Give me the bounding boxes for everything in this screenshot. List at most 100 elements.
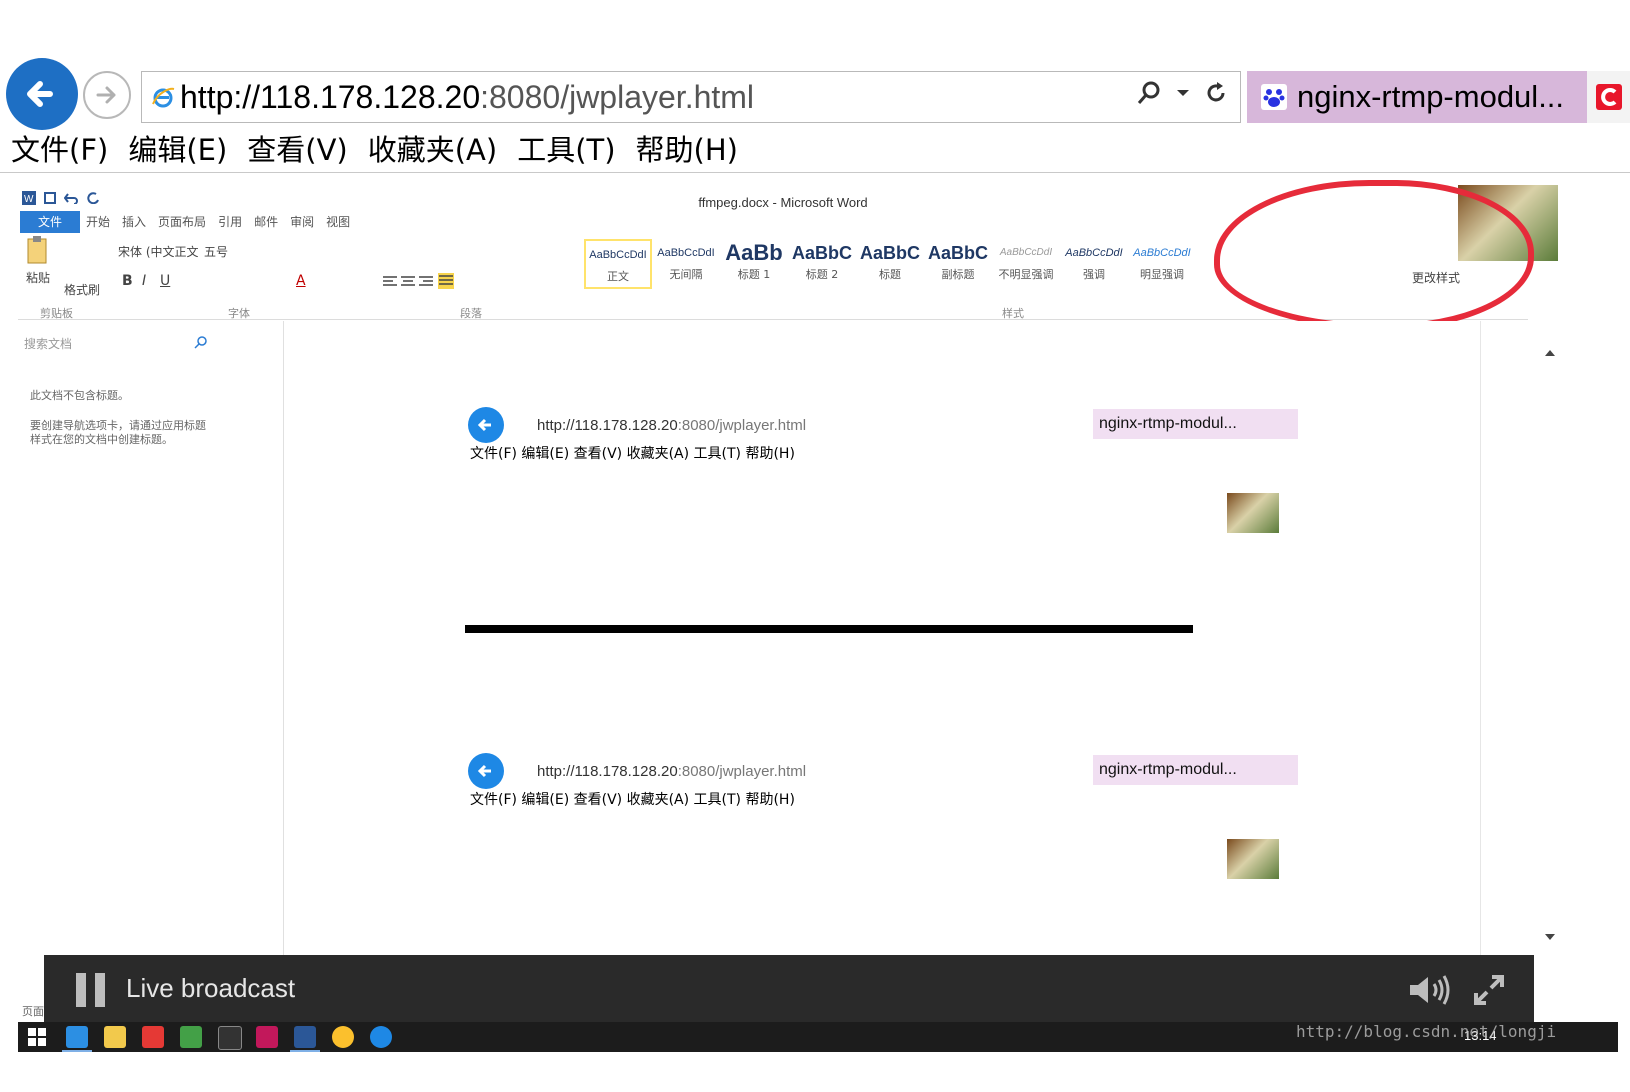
- style-title[interactable]: AaBbC 标题: [856, 239, 924, 289]
- embedded-back-button: [468, 407, 504, 443]
- paste-label[interactable]: 粘贴: [26, 269, 50, 286]
- embedded-url-rest: :8080/jwplayer.html: [677, 763, 807, 780]
- word-window: W ffmpeg.docx - Microsoft Word 文件 开始 插入 …: [18, 180, 1618, 1045]
- bold-button[interactable]: B: [122, 273, 133, 289]
- app-taskbar-icon[interactable]: [370, 1026, 392, 1048]
- embedded-black-bar: [465, 625, 1193, 633]
- tab-review[interactable]: 审阅: [284, 211, 320, 233]
- style-name: 明显强调: [1140, 268, 1184, 281]
- tab-title: nginx-rtmp-modul...: [1297, 79, 1565, 114]
- embedded-tab-title: nginx-rtmp-modul...: [1099, 761, 1237, 778]
- search-icon[interactable]: [1136, 80, 1162, 106]
- align-left-icon[interactable]: [382, 275, 398, 289]
- no-headings-text: 此文档不包含标题。: [30, 389, 129, 402]
- embedded-screenshot-1: http://118.178.128.20:8080/jwplayer.html…: [465, 407, 1325, 647]
- status-bar-page: 页面: [22, 1005, 44, 1018]
- menu-tools[interactable]: 工具(T): [506, 128, 624, 172]
- explorer-taskbar-icon[interactable]: [104, 1026, 126, 1048]
- app-taskbar-icon[interactable]: [256, 1026, 278, 1048]
- next-tab[interactable]: [1587, 71, 1630, 123]
- style-subtle-emphasis[interactable]: AaBbCcDdI 不明显强调: [992, 239, 1060, 289]
- style-sample: AaBb: [725, 240, 783, 265]
- scroll-up-icon[interactable]: [1544, 349, 1556, 357]
- scroll-down-icon[interactable]: [1544, 933, 1556, 941]
- italic-button[interactable]: I: [142, 273, 146, 289]
- embedded-url-host: http://118.178.128.20: [537, 417, 678, 434]
- taskbar-active-indicator: [62, 1050, 92, 1052]
- underline-button[interactable]: U: [160, 273, 170, 289]
- refresh-icon[interactable]: [1204, 81, 1228, 105]
- style-normal[interactable]: AaBbCcDdI 正文: [584, 239, 652, 289]
- tab-page-layout[interactable]: 页面布局: [152, 211, 212, 233]
- embedded-tab: nginx-rtmp-modul...: [1093, 755, 1298, 785]
- embedded-menu: 文件(F) 编辑(E) 查看(V) 收藏夹(A) 工具(T) 帮助(H): [470, 446, 795, 462]
- style-name: 标题: [879, 268, 901, 281]
- address-input[interactable]: http://118.178.128.20:8080/jwplayer.html: [180, 79, 1080, 116]
- embedded-url-host: http://118.178.128.20: [537, 763, 678, 780]
- group-label-font: 字体: [228, 307, 250, 320]
- paste-icon[interactable]: [26, 235, 52, 267]
- vertical-scrollbar[interactable]: [1538, 321, 1564, 1001]
- menu-favorites[interactable]: 收藏夹(A): [357, 128, 506, 172]
- forward-button[interactable]: [83, 71, 131, 119]
- menu-file[interactable]: 文件(F): [0, 128, 117, 172]
- style-sample: AaBbCcDdI: [657, 247, 715, 259]
- tab-references[interactable]: 引用: [212, 211, 248, 233]
- embedded-back-button: [468, 753, 504, 789]
- font-name-select[interactable]: 宋体 (中文正文: [118, 243, 199, 260]
- nav-hint-text: 要创建导航选项卡，请通过应用标题样式在您的文档中创建标题。: [30, 419, 206, 446]
- address-bar[interactable]: http://118.178.128.20:8080/jwplayer.html: [141, 71, 1241, 123]
- nav-search-input[interactable]: 搜索文档: [24, 335, 72, 352]
- windows-start-icon[interactable]: [28, 1028, 46, 1046]
- style-sample: AaBbCcDdI: [1065, 247, 1123, 259]
- style-emphasis[interactable]: AaBbCcDdI 强调: [1060, 239, 1128, 289]
- tab-view[interactable]: 视图: [320, 211, 356, 233]
- style-name: 强调: [1083, 268, 1105, 281]
- menu-view[interactable]: 查看(V): [236, 128, 356, 172]
- tab-mailings[interactable]: 邮件: [248, 211, 284, 233]
- embedded-url: http://118.178.128.20:8080/jwplayer.html: [537, 417, 806, 434]
- back-button[interactable]: [6, 58, 78, 130]
- style-heading-2[interactable]: AaBbC 标题 2: [788, 239, 856, 289]
- tab-home[interactable]: 开始: [80, 211, 116, 233]
- style-intense-emphasis[interactable]: AaBbCcDdI 明显强调: [1128, 239, 1196, 289]
- menu-help[interactable]: 帮助(H): [625, 128, 747, 172]
- terminal-taskbar-icon[interactable]: [218, 1026, 242, 1050]
- style-sample: AaBbC: [791, 243, 852, 263]
- style-name: 标题 2: [805, 268, 839, 281]
- style-sample: AaBbC: [927, 243, 988, 263]
- embedded-thumbnail: [1227, 493, 1279, 533]
- embedded-thumbnail: [1227, 839, 1279, 879]
- search-icon[interactable]: [194, 335, 208, 349]
- tab-insert[interactable]: 插入: [116, 211, 152, 233]
- pause-icon[interactable]: [76, 973, 108, 1007]
- volume-icon[interactable]: [1408, 973, 1452, 1007]
- app-taskbar-icon[interactable]: [142, 1026, 164, 1048]
- video-player-controls: Live broadcast: [44, 955, 1534, 1025]
- tab-file[interactable]: 文件: [20, 211, 81, 233]
- format-painter-label[interactable]: 格式刷: [64, 281, 100, 298]
- style-name: 正文: [607, 270, 629, 283]
- font-size-select[interactable]: 五号: [204, 243, 228, 260]
- app-taskbar-icon[interactable]: [180, 1026, 202, 1048]
- red-annotation-circle: [1214, 180, 1534, 330]
- active-tab[interactable]: nginx-rtmp-modul...: [1247, 71, 1587, 123]
- style-gallery: AaBbCcDdI 正文 AaBbCcDdI 无间隔 AaBb 标题 1 AaB…: [584, 239, 1196, 289]
- style-subtitle[interactable]: AaBbC 副标题: [924, 239, 992, 289]
- embedded-tab-title: nginx-rtmp-modul...: [1099, 415, 1237, 432]
- group-label-clipboard: 剪贴板: [40, 307, 73, 320]
- group-label-paragraph: 段落: [460, 307, 482, 320]
- justify-icon[interactable]: [438, 273, 454, 289]
- word-taskbar-icon[interactable]: [294, 1026, 316, 1048]
- ie-taskbar-icon[interactable]: [66, 1026, 88, 1048]
- fullscreen-icon[interactable]: [1472, 973, 1506, 1007]
- align-center-icon[interactable]: [400, 275, 416, 289]
- style-no-spacing[interactable]: AaBbCcDdI 无间隔: [652, 239, 720, 289]
- style-heading-1[interactable]: AaBb 标题 1: [720, 239, 788, 289]
- dropdown-icon[interactable]: [1176, 88, 1190, 98]
- menu-edit[interactable]: 编辑(E): [117, 128, 236, 172]
- chrome-taskbar-icon[interactable]: [332, 1026, 354, 1048]
- font-color-button[interactable]: A: [296, 273, 306, 289]
- style-sample: AaBbCcDdI: [589, 249, 647, 261]
- align-right-icon[interactable]: [418, 275, 434, 289]
